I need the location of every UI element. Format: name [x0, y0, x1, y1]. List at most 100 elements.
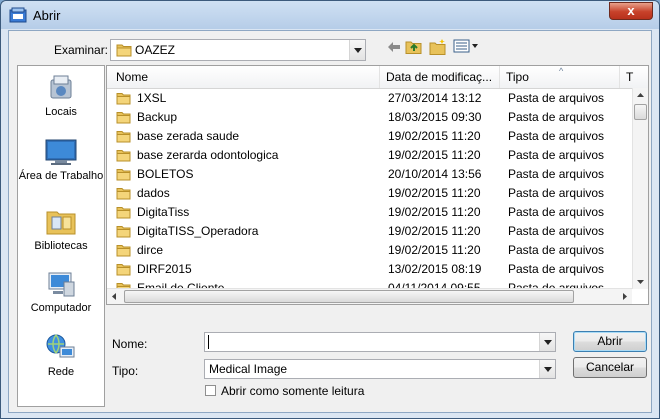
- libraries-icon: [46, 211, 76, 235]
- look-in-dropdown-arrow[interactable]: [349, 40, 365, 60]
- place-desktop-label: Área de Trabalho: [18, 170, 104, 182]
- folder-icon: [116, 206, 131, 222]
- place-network-label: Rede: [47, 366, 75, 378]
- horizontal-scroll-thumb[interactable]: [124, 290, 574, 303]
- cancel-button[interactable]: Cancelar: [573, 357, 647, 378]
- folder-icon: [116, 149, 131, 165]
- file-type: Pasta de arquivos: [508, 205, 605, 219]
- view-menu-icon[interactable]: [453, 39, 479, 56]
- file-row[interactable]: DIRF2015 13/02/2015 08:19 Pasta de arquivo…: [107, 260, 632, 279]
- file-row[interactable]: base zerarda odontologica 19/02/2015 11:2…: [107, 146, 632, 165]
- file-name-input[interactable]: [204, 332, 556, 352]
- back-arrow-icon[interactable]: [387, 41, 401, 56]
- file-date: 20/10/2014 13:56: [388, 167, 482, 181]
- place-network[interactable]: Rede: [18, 332, 104, 379]
- file-row[interactable]: dirce 19/02/2015 11:20 Pasta de arquivos: [107, 241, 632, 260]
- vertical-scrollbar[interactable]: [632, 88, 648, 289]
- file-row[interactable]: BOLETOS 20/10/2014 13:56 Pasta de arquivos: [107, 165, 632, 184]
- file-type: Pasta de arquivos: [508, 224, 605, 238]
- file-row[interactable]: DigitaTiss 19/02/2015 11:20 Pasta de arqui…: [107, 203, 632, 222]
- place-recent-label: Locais: [45, 106, 77, 118]
- file-list-header: Nome Data de modificaç... Tipo ^ T: [107, 66, 648, 89]
- file-row[interactable]: dados 19/02/2015 11:20 Pasta de arquivos: [107, 184, 632, 203]
- file-name: DigitaTiss: [137, 205, 190, 219]
- look-in-label: Examinar:: [54, 43, 109, 57]
- readonly-label[interactable]: Abrir como somente leitura: [221, 384, 364, 398]
- file-date: 13/02/2015 08:19: [388, 262, 482, 276]
- column-header-extra[interactable]: T: [620, 66, 648, 88]
- horizontal-scrollbar[interactable]: [107, 288, 632, 304]
- file-name: DIRF2015: [137, 262, 192, 276]
- place-desktop[interactable]: Área de Trabalho: [18, 136, 104, 183]
- file-name: base zerada saude: [137, 129, 240, 143]
- network-icon: [46, 334, 75, 358]
- open-button[interactable]: Abrir: [573, 331, 647, 352]
- file-type: Pasta de arquivos: [508, 262, 605, 276]
- column-header-name[interactable]: Nome: [107, 66, 380, 88]
- file-date: 19/02/2015 11:20: [388, 243, 481, 257]
- look-in-value: OAZEZ: [135, 43, 176, 57]
- file-name-label: Nome:: [112, 337, 148, 351]
- place-computer-label: Computador: [30, 302, 92, 314]
- file-row[interactable]: DigitaTISS_Operadora 19/02/2015 11:20 Past…: [107, 222, 632, 241]
- sort-ascending-icon: ^: [559, 66, 564, 76]
- look-in-dropdown[interactable]: OAZEZ: [110, 39, 366, 61]
- file-date: 19/02/2015 11:20: [388, 224, 481, 238]
- close-button[interactable]: x: [609, 2, 653, 20]
- file-name: 1XSL: [137, 91, 167, 105]
- vertical-scroll-thumb[interactable]: [634, 104, 647, 120]
- folder-icon: [116, 168, 131, 184]
- folder-icon: [116, 263, 131, 279]
- folder-icon: [116, 187, 131, 203]
- file-name: base zerarda odontologica: [137, 148, 279, 162]
- file-type: Pasta de arquivos: [508, 91, 605, 105]
- computer-icon: [48, 272, 75, 297]
- folder-icon: [116, 244, 131, 260]
- folder-icon: [116, 43, 132, 60]
- column-header-date[interactable]: Data de modificaç...: [380, 66, 500, 88]
- dialog-app-icon: [9, 7, 27, 23]
- scroll-left-button[interactable]: [107, 289, 122, 304]
- file-date: 19/02/2015 11:20: [388, 129, 481, 143]
- file-type-value: Medical Image: [209, 362, 288, 376]
- file-row[interactable]: Backup 18/03/2015 09:30 Pasta de arquivos: [107, 108, 632, 127]
- file-row[interactable]: 1XSL 27/03/2014 13:12 Pasta de arquivos: [107, 89, 632, 108]
- file-type: Pasta de arquivos: [508, 148, 605, 162]
- places-bar: Locais Área de Trabalho Bibliotecas Comp…: [17, 65, 105, 407]
- recent-places-icon: [50, 75, 72, 99]
- new-folder-icon[interactable]: [429, 38, 447, 58]
- up-folder-icon[interactable]: [405, 39, 423, 58]
- desktop-icon: [45, 139, 77, 165]
- dialog-client: Examinar: OAZEZ Locais Área de Trabalho …: [8, 30, 652, 413]
- scroll-up-button[interactable]: [633, 88, 648, 103]
- file-name: Backup: [137, 110, 178, 124]
- file-date: 19/02/2015 11:20: [388, 186, 481, 200]
- scroll-right-button[interactable]: [617, 289, 632, 304]
- place-libraries[interactable]: Bibliotecas: [18, 206, 104, 253]
- file-date: 19/02/2015 11:20: [388, 205, 481, 219]
- file-name: dirce: [137, 243, 164, 257]
- folder-icon: [116, 111, 131, 127]
- file-row[interactable]: base zerada saude 19/02/2015 11:20 Pasta d…: [107, 127, 632, 146]
- file-type-label: Tipo:: [112, 364, 139, 378]
- file-type: Pasta de arquivos: [508, 110, 605, 124]
- file-type-dropdown-arrow[interactable]: [539, 360, 555, 378]
- file-type: Pasta de arquivos: [508, 129, 605, 143]
- file-type: Pasta de arquivos: [508, 167, 605, 181]
- title-bar[interactable]: Abrir x: [1, 1, 659, 29]
- file-date: 18/03/2015 09:30: [388, 110, 482, 124]
- place-computer[interactable]: Computador: [18, 268, 104, 315]
- scroll-down-button[interactable]: [633, 274, 648, 289]
- file-name: dados: [137, 186, 170, 200]
- file-list[interactable]: Nome Data de modificaç... Tipo ^ T 1XSL 2…: [106, 65, 649, 305]
- open-dialog-window: Abrir x Examinar: OAZEZ Locais Área de T…: [0, 0, 660, 419]
- file-type: Pasta de arquivos: [508, 186, 605, 200]
- file-type-dropdown[interactable]: Medical Image: [204, 359, 556, 379]
- file-type: Pasta de arquivos: [508, 243, 605, 257]
- file-name-dropdown-arrow[interactable]: [539, 333, 555, 351]
- file-date: 27/03/2014 13:12: [388, 91, 482, 105]
- folder-icon: [116, 130, 131, 146]
- folder-icon: [116, 92, 131, 108]
- place-recent[interactable]: Locais: [18, 72, 104, 119]
- readonly-checkbox[interactable]: [205, 385, 216, 396]
